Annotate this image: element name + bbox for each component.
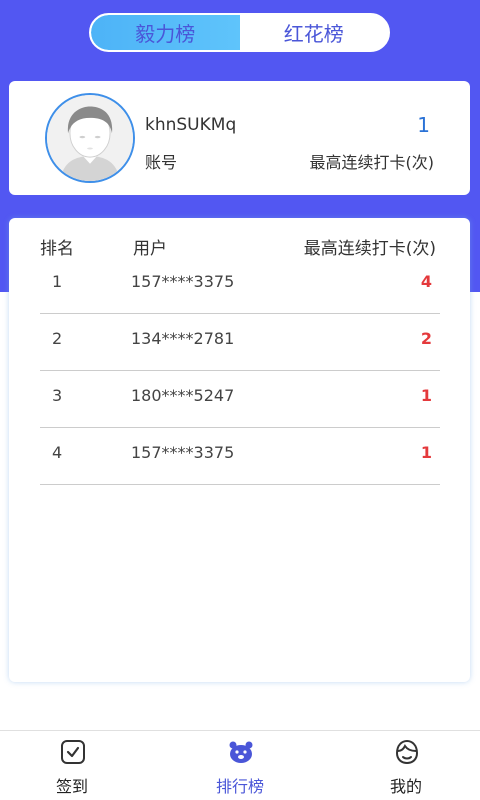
table-row: 2 134****2781 2 — [40, 314, 440, 371]
user-face-icon — [395, 739, 419, 765]
table-row: 3 180****5247 1 — [40, 371, 440, 428]
row-rank: 2 — [52, 329, 63, 348]
bottom-navigation: 签到 排行榜 我的 — [0, 730, 480, 800]
nav-ranking-label: 排行榜 — [215, 777, 264, 796]
default-avatar-icon — [47, 95, 133, 181]
ranking-table: 排名 用户 最高连续打卡(次) 1 157****3375 4 2 134***… — [9, 218, 470, 682]
my-streak-label: 最高连续打卡(次) — [309, 153, 435, 172]
nav-ranking[interactable]: 排行榜 — [180, 731, 300, 800]
row-count: 2 — [420, 329, 432, 348]
nav-mine-label: 我的 — [389, 777, 422, 796]
ranking-page: 毅力榜 红花榜 khnSUKMq 账号 1 最高连续打卡(次) 排名 用户 最高… — [0, 0, 480, 800]
table-row: 4 157****3375 1 — [40, 428, 440, 485]
nav-checkin[interactable]: 签到 — [12, 731, 132, 800]
row-rank: 1 — [52, 272, 63, 291]
bear-ranking-icon — [229, 741, 253, 763]
row-rank: 4 — [52, 443, 63, 462]
my-streak-count: 1 — [417, 113, 430, 137]
table-row: 1 157****3375 4 — [40, 257, 440, 314]
header-count: 最高连续打卡(次) — [303, 239, 436, 259]
row-count: 1 — [420, 443, 432, 462]
check-square-icon — [61, 740, 85, 764]
row-user: 134****2781 — [131, 329, 235, 348]
account-label: 账号 — [145, 153, 178, 172]
header-user: 用户 — [133, 239, 167, 259]
avatar — [45, 93, 135, 183]
nav-mine[interactable]: 我的 — [346, 731, 466, 800]
row-count: 4 — [420, 272, 432, 291]
tab-perseverance[interactable]: 毅力榜 — [91, 15, 240, 50]
row-user: 157****3375 — [131, 443, 235, 462]
tab-red-flower[interactable]: 红花榜 — [239, 15, 388, 50]
leaderboard-tabs: 毅力榜 红花榜 — [89, 13, 390, 52]
header-rank: 排名 — [40, 239, 74, 259]
row-count: 1 — [420, 386, 432, 405]
row-user: 157****3375 — [131, 272, 235, 291]
row-rank: 3 — [52, 386, 63, 405]
nav-checkin-label: 签到 — [55, 777, 88, 796]
my-profile-card: khnSUKMq 账号 1 最高连续打卡(次) — [9, 81, 470, 195]
username: khnSUKMq — [145, 115, 237, 135]
row-user: 180****5247 — [131, 386, 235, 405]
